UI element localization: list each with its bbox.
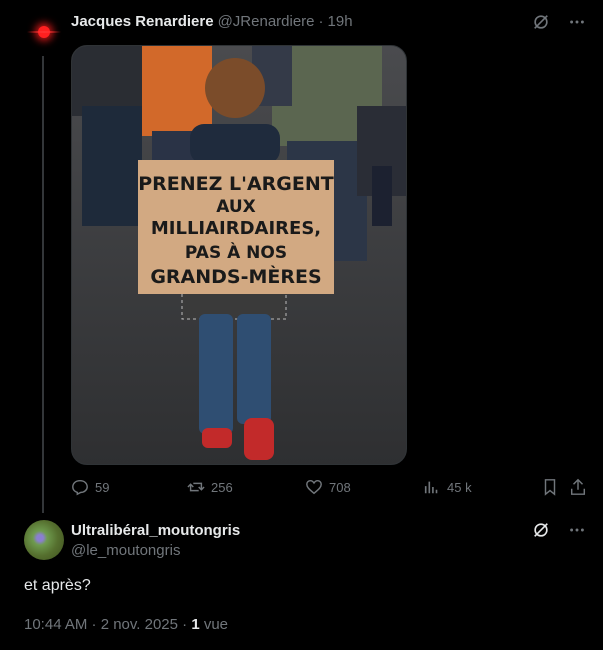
repost-icon <box>187 482 205 492</box>
separator: · <box>318 13 324 30</box>
thread-line <box>42 56 44 513</box>
like-icon <box>306 479 322 495</box>
author-handle[interactable]: @le_moutongris <box>71 542 180 559</box>
repost-button[interactable]: 256 <box>187 478 233 496</box>
more-icon[interactable] <box>567 12 587 32</box>
tweet-image[interactable]: PRENEZ L'ARGENT AUX MILLIAIRDAIRES, PAS … <box>71 45 407 465</box>
like-button[interactable]: 708 <box>305 478 351 496</box>
avatar[interactable] <box>24 520 64 560</box>
views-icon <box>424 481 438 494</box>
tweet-actions: 59 256 708 45 k <box>71 478 591 498</box>
share-button[interactable] <box>569 478 587 496</box>
grok-icon[interactable] <box>531 520 551 540</box>
avatar[interactable] <box>24 12 64 52</box>
reply-button[interactable]: 59 <box>71 478 109 496</box>
protest-photo: PRENEZ L'ARGENT AUX MILLIAIRDAIRES, PAS … <box>72 46 406 464</box>
sign-line-4: PAS À NOS <box>185 241 287 263</box>
sign-line-3: MILLIAIRDAIRES, <box>151 218 321 239</box>
sign-line-2: AUX <box>216 197 256 217</box>
tweet-meta: 10:44 AM · 2 nov. 2025 · 1 vue <box>24 616 228 633</box>
like-count: 708 <box>329 479 351 495</box>
repost-count: 256 <box>211 479 233 495</box>
author-handle[interactable]: @JRenardiere <box>218 13 315 30</box>
views-label: vue <box>199 616 229 633</box>
reply-icon <box>72 479 88 496</box>
more-icon[interactable] <box>567 520 587 540</box>
views-count: 1 <box>191 616 200 633</box>
sign-line-5: GRANDS-MÈRES <box>150 265 321 288</box>
bookmark-button[interactable] <box>541 478 559 496</box>
parent-tweet[interactable]: Jacques Renardiere @JRenardiere · 19h PR… <box>0 0 603 513</box>
focused-tweet[interactable]: Ultralibéral_moutongris @le_moutongris e… <box>0 510 603 650</box>
tweet-header: Jacques Renardiere @JRenardiere · 19h <box>71 13 353 30</box>
author-name[interactable]: Jacques Renardiere <box>71 13 214 30</box>
author-name[interactable]: Ultralibéral_moutongris <box>71 522 240 539</box>
tweet-top-icons <box>531 12 587 32</box>
grok-icon[interactable] <box>531 12 551 32</box>
reply-count: 59 <box>95 479 110 495</box>
tweet-time[interactable]: 19h <box>328 13 353 30</box>
views-button[interactable]: 45 k <box>423 478 472 496</box>
avatar-glow <box>27 31 61 33</box>
share-icon <box>570 478 586 495</box>
tweet-top-icons <box>531 520 587 540</box>
views-count: 45 k <box>447 479 472 495</box>
sign-line-1: PRENEZ L'ARGENT <box>138 173 334 195</box>
tweet-timestamp[interactable]: 10:44 AM · 2 nov. 2025 · <box>24 616 191 633</box>
tweet-text: et après? <box>24 577 91 594</box>
bookmark-icon <box>544 479 556 496</box>
